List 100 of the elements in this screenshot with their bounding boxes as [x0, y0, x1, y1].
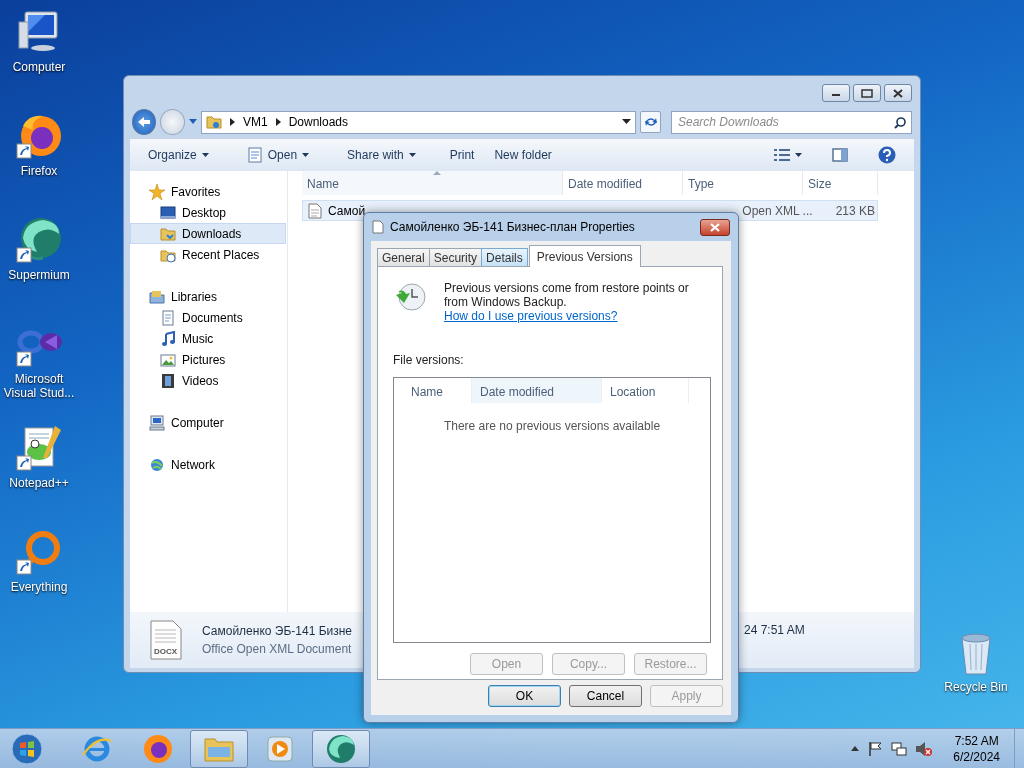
- taskbar-button[interactable]: [190, 729, 248, 768]
- column-header[interactable]: Date modified: [563, 171, 683, 195]
- caret-icon: [795, 153, 802, 157]
- star-icon: [149, 183, 165, 200]
- document-icon: [246, 147, 263, 163]
- document-icon: [372, 220, 384, 234]
- icon-label[interactable]: Supermium: [0, 268, 78, 282]
- empty-message: There are no previous versions available: [442, 418, 662, 435]
- file-name: Самойленко ЭБ-141 Бизне: [202, 623, 353, 640]
- sidebar-item[interactable]: Network: [130, 454, 286, 475]
- sidebar-item[interactable]: Videos: [130, 370, 286, 391]
- caret-up-icon[interactable]: [851, 746, 860, 751]
- back-arrow-icon: [137, 116, 152, 128]
- icon-label[interactable]: Everything: [0, 580, 78, 594]
- help-link[interactable]: How do I use previous versions?: [444, 309, 618, 323]
- computer-icon: [149, 414, 165, 431]
- refresh-button[interactable]: [640, 111, 661, 133]
- tab[interactable]: Previous Versions: [528, 245, 641, 267]
- dialog-button[interactable]: Cancel: [569, 685, 642, 707]
- icon-label[interactable]: Firefox: [0, 164, 78, 178]
- column-header[interactable]: Type: [683, 171, 803, 195]
- pictures-icon: [160, 351, 176, 368]
- sidebar-item[interactable]: Downloads: [130, 223, 286, 244]
- file-type: Office Open XML Document: [202, 641, 353, 658]
- documents-icon: [160, 309, 176, 326]
- network-icon[interactable]: [891, 740, 908, 757]
- column-header[interactable]: Size: [803, 171, 878, 195]
- versions-list[interactable]: Name Date modified Location There are no previous versions available: [393, 377, 711, 643]
- chevron-icon: [275, 118, 281, 126]
- file-size: 213 KB: [835, 203, 875, 218]
- dropdown-arrow-icon[interactable]: [622, 119, 632, 125]
- taskbar-button[interactable]: [312, 729, 370, 768]
- field-label: File versions:: [393, 352, 464, 369]
- tab[interactable]: Details: [481, 248, 528, 267]
- file-type-label: DOCX: [154, 646, 178, 658]
- dialog-title: Самойленко ЭБ-141 Бизнес-план Properties: [390, 219, 635, 236]
- sidebar-item[interactable]: Desktop: [130, 202, 286, 223]
- breadcrumb-item[interactable]: VM1: [242, 113, 268, 131]
- fox-globe-icon: [142, 732, 174, 765]
- help-icon: [878, 146, 896, 164]
- film-icon: [160, 372, 176, 389]
- column-header[interactable]: Name: [302, 171, 563, 195]
- sidebar-item[interactable]: Recent Places: [130, 244, 286, 265]
- sort-arrow-icon: [432, 171, 441, 175]
- clock-icon: [394, 281, 428, 313]
- dialog-button[interactable]: OK: [488, 685, 561, 707]
- breadcrumb-item[interactable]: Downloads: [288, 113, 349, 131]
- toolbar-button[interactable]: Organize: [140, 143, 217, 167]
- icon-label[interactable]: Notepad++: [0, 476, 78, 490]
- music-note-icon: [160, 330, 176, 347]
- properties-dialog[interactable]: [363, 212, 739, 723]
- back-button[interactable]: [132, 109, 157, 135]
- toolbar-button[interactable]: Print: [441, 143, 483, 167]
- search-field[interactable]: Search Downloads: [671, 110, 912, 134]
- clock-time[interactable]: 7:52 AM: [954, 732, 999, 749]
- document-icon: [308, 202, 322, 219]
- maximize-icon: [861, 88, 873, 98]
- sidebar-item[interactable]: Favorites: [130, 181, 286, 202]
- globe-icon[interactable]: [15, 216, 63, 264]
- icon-label[interactable]: Computer: [0, 60, 78, 74]
- chevron-icon: [229, 118, 235, 126]
- close-icon: [710, 222, 720, 232]
- info-text: Previous versions come from restore points or from Windows Backup. How do I use previous versions?: [444, 281, 690, 323]
- close-button[interactable]: [884, 84, 912, 102]
- sidebar-item[interactable]: Documents: [130, 307, 286, 328]
- tab[interactable]: General: [377, 248, 430, 267]
- refresh-icon: [643, 116, 658, 128]
- sidebar-item[interactable]: Pictures: [130, 349, 286, 370]
- close-icon: [893, 88, 903, 98]
- muted-speaker-icon[interactable]: [915, 740, 934, 757]
- close-button[interactable]: [700, 218, 730, 236]
- flag-icon[interactable]: [867, 740, 884, 757]
- column-header[interactable]: Date modified: [472, 378, 602, 403]
- clock-date[interactable]: 6/2/2024: [953, 748, 1000, 765]
- folder-icon: [205, 114, 222, 130]
- document-icon: [150, 620, 182, 660]
- folder-icon: [160, 225, 176, 242]
- date-modified: 24 7:51 AM: [744, 622, 805, 639]
- desktop-icon: [160, 204, 176, 221]
- search-icon: [894, 116, 906, 129]
- icon-label[interactable]: Microsoft Visual Stud...: [0, 372, 78, 400]
- frog-notepad-icon[interactable]: [15, 424, 63, 472]
- column-header[interactable]: Location: [602, 378, 689, 403]
- globe-icon: [325, 732, 357, 765]
- library-icon: [149, 288, 165, 305]
- address-bar[interactable]: VM1 Downloads: [200, 110, 637, 134]
- minimize-button[interactable]: [822, 84, 850, 102]
- toolbar-button[interactable]: Open: [238, 143, 318, 167]
- sidebar-item[interactable]: Libraries: [130, 286, 286, 307]
- file-name: Самой: [328, 202, 366, 220]
- magnifier-ring-icon[interactable]: [15, 528, 63, 576]
- sidebar-item[interactable]: Computer: [130, 412, 286, 433]
- list-view-icon: [774, 149, 790, 161]
- network-icon: [149, 456, 165, 473]
- start-orb-icon: [11, 732, 43, 765]
- sidebar-item[interactable]: Music: [130, 328, 286, 349]
- maximize-button[interactable]: [853, 84, 881, 102]
- pane-icon: [832, 148, 848, 162]
- toolbar-button[interactable]: Share with: [339, 143, 424, 167]
- toolbar-button[interactable]: New folder: [486, 143, 560, 167]
